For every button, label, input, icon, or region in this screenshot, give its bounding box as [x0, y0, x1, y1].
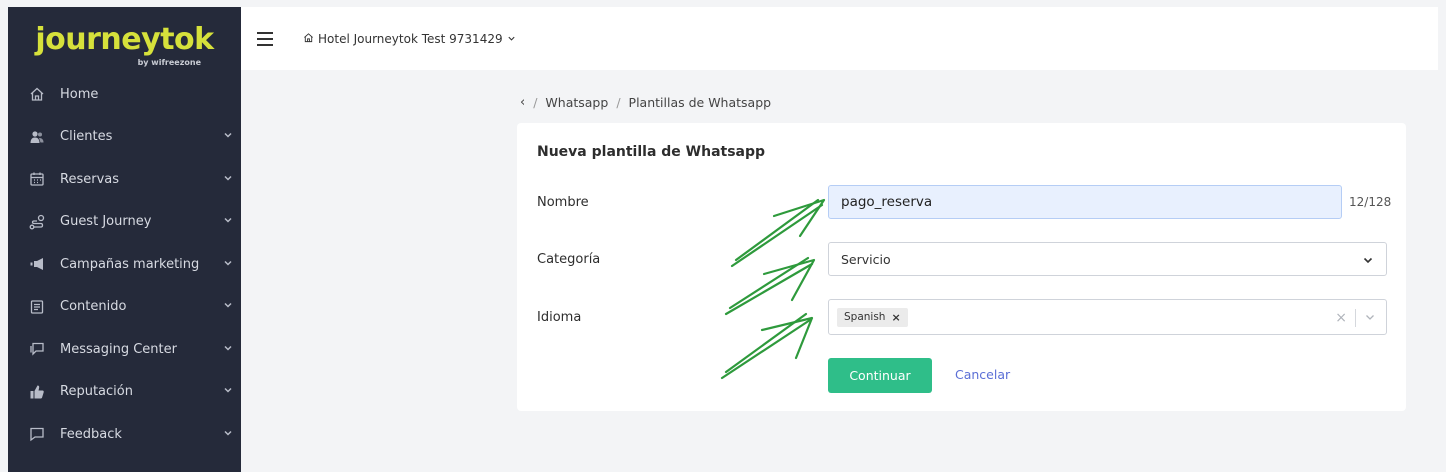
sidebar-item-label: Home: [60, 86, 99, 102]
calendar-icon: [26, 170, 48, 188]
thumbs-up-icon: [26, 383, 48, 401]
hotel-name: Hotel Journeytok Test 9731429: [318, 31, 503, 46]
template-form-card: Nueva plantilla de Whatsapp Nombre 12/12…: [517, 123, 1406, 411]
chevron-down-icon: [1363, 257, 1373, 264]
sidebar-item-reservas[interactable]: Reservas: [8, 158, 241, 201]
sidebar-item-label: Clientes: [60, 129, 113, 145]
breadcrumb-separator: /: [533, 95, 538, 110]
clear-icon[interactable]: ×: [1335, 310, 1347, 326]
sidebar-item-label: Messaging Center: [60, 341, 177, 357]
back-icon[interactable]: ‹: [520, 95, 525, 110]
sidebar-item-clientes[interactable]: Clientes: [8, 116, 241, 159]
breadcrumb: ‹ / Whatsapp / Plantillas de Whatsapp: [520, 95, 771, 110]
hamburger-line: [257, 43, 273, 46]
category-select[interactable]: Servicio: [828, 242, 1387, 276]
chevron-down-icon: [215, 214, 241, 229]
chevron-down-icon: [215, 172, 241, 187]
sidebar-item-feedback[interactable]: Feedback: [8, 413, 241, 456]
hamburger-line: [257, 31, 273, 34]
chat-icon: [26, 340, 48, 358]
chevron-down-icon: [215, 384, 241, 399]
sidebar-item-reputacion[interactable]: Reputación: [8, 371, 241, 414]
name-label: Nombre: [537, 195, 589, 210]
breadcrumb-item-whatsapp[interactable]: Whatsapp: [545, 95, 608, 110]
topbar: Hotel Journeytok Test 9731429: [241, 7, 1438, 70]
language-chip-label: Spanish: [844, 311, 886, 323]
sidebar-item-label: Guest Journey: [60, 214, 152, 230]
home-icon: [303, 32, 314, 46]
form-title: Nueva plantilla de Whatsapp: [537, 144, 766, 160]
name-char-counter: 12/128: [1349, 195, 1392, 209]
cancel-button[interactable]: Cancelar: [955, 367, 1010, 382]
sidebar-item-label: Reputación: [60, 384, 133, 400]
feedback-icon: [26, 425, 48, 443]
sidebar-item-label: Contenido: [60, 299, 127, 315]
breadcrumb-item-plantillas: Plantillas de Whatsapp: [628, 95, 772, 110]
sidebar-item-messaging-center[interactable]: Messaging Center: [8, 328, 241, 371]
chevron-down-icon: [215, 427, 241, 442]
breadcrumb-separator: /: [616, 95, 621, 110]
chevron-down-icon: [215, 342, 241, 357]
sidebar-item-contenido[interactable]: Contenido: [8, 286, 241, 329]
sidebar-item-campanas-marketing[interactable]: Campañas marketing: [8, 243, 241, 286]
logo-subtitle: by wifreezone: [137, 58, 201, 67]
sidebar: journeytok by wifreezone Home Clientes R…: [8, 7, 241, 472]
route-icon: [26, 213, 48, 231]
sidebar-item-label: Campañas marketing: [60, 256, 200, 272]
category-selected-value: Servicio: [841, 251, 891, 267]
document-icon: [26, 298, 48, 316]
logo-area: journeytok by wifreezone: [8, 7, 241, 73]
megaphone-icon: [26, 255, 48, 273]
multiselect-controls: ×: [1335, 308, 1376, 327]
hamburger-line: [257, 37, 273, 40]
continue-button[interactable]: Continuar: [828, 358, 932, 393]
chevron-down-icon: [215, 299, 241, 314]
sidebar-item-label: Reservas: [60, 171, 119, 187]
sidebar-item-home[interactable]: Home: [8, 73, 241, 116]
hotel-selector[interactable]: Hotel Journeytok Test 9731429: [303, 32, 516, 46]
multiselect-divider: [1355, 308, 1356, 327]
menu-toggle-button[interactable]: [257, 31, 273, 46]
chevron-down-icon: [507, 32, 516, 46]
chevron-down-icon: [215, 257, 241, 272]
chevron-down-icon: [215, 129, 241, 144]
users-icon: [26, 128, 48, 146]
language-multiselect[interactable]: Spanish × ×: [828, 299, 1387, 335]
name-input[interactable]: [828, 185, 1342, 219]
sidebar-item-label: Feedback: [60, 426, 122, 442]
chip-remove-icon[interactable]: ×: [891, 311, 900, 324]
language-chip: Spanish ×: [837, 307, 908, 327]
language-label: Idioma: [537, 310, 582, 325]
chevron-down-icon[interactable]: [1364, 308, 1376, 327]
category-label: Categoría: [537, 252, 601, 267]
home-icon: [26, 85, 48, 103]
logo[interactable]: journeytok: [8, 25, 241, 55]
sidebar-item-guest-journey[interactable]: Guest Journey: [8, 201, 241, 244]
